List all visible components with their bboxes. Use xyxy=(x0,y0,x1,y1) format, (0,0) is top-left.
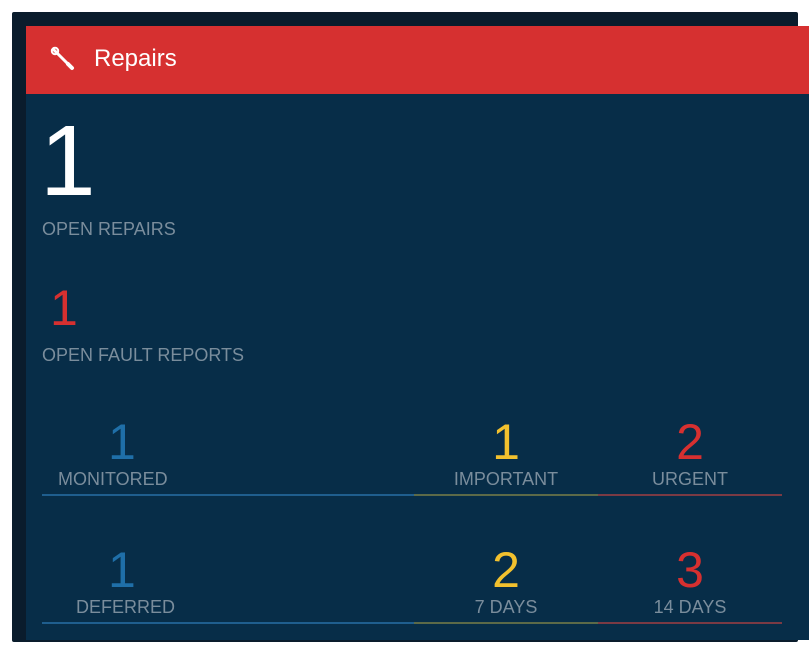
monitored-stat[interactable]: 1 MONITORED xyxy=(42,412,414,518)
deferred-label: DEFERRED xyxy=(76,597,176,617)
monitored-count: 1 xyxy=(108,414,136,470)
seven-days-count: 2 xyxy=(492,542,520,598)
open-fault-reports-count[interactable]: 1 xyxy=(50,278,78,338)
widget-title: Repairs xyxy=(94,45,177,72)
wrench-icon xyxy=(50,46,76,72)
fourteen-days-underline xyxy=(598,622,782,624)
deferred-stat[interactable]: 1 DEFERRED xyxy=(42,540,414,646)
important-stat[interactable]: 1 IMPORTANT xyxy=(414,412,598,518)
important-count: 1 xyxy=(492,414,520,470)
widget-header[interactable]: Repairs xyxy=(26,26,809,94)
open-fault-reports-label: OPEN FAULT REPORTS xyxy=(42,345,245,365)
urgent-count: 2 xyxy=(676,414,704,470)
repairs-widget: Repairs 1 OPEN REPAIRS 1 OPEN FAULT REPO… xyxy=(26,26,809,640)
important-label: IMPORTANT xyxy=(453,469,559,489)
monitored-label: MONITORED xyxy=(58,469,168,489)
fourteen-days-label: 14 DAYS xyxy=(653,597,727,617)
fourteen-days-stat[interactable]: 3 14 DAYS xyxy=(598,540,782,646)
deferred-count: 1 xyxy=(108,542,136,598)
open-repairs-label: OPEN REPAIRS xyxy=(42,219,176,239)
seven-days-underline xyxy=(414,622,598,624)
fourteen-days-count: 3 xyxy=(676,542,704,598)
seven-days-label: 7 DAYS xyxy=(474,597,538,617)
deferred-underline xyxy=(42,622,414,624)
urgent-stat[interactable]: 2 URGENT xyxy=(598,412,782,518)
seven-days-stat[interactable]: 2 7 DAYS xyxy=(414,540,598,646)
important-underline xyxy=(414,494,598,496)
monitored-underline xyxy=(42,494,414,496)
urgent-label: URGENT xyxy=(652,469,728,489)
urgent-underline xyxy=(598,494,782,496)
open-repairs-count[interactable]: 1 xyxy=(40,106,96,216)
